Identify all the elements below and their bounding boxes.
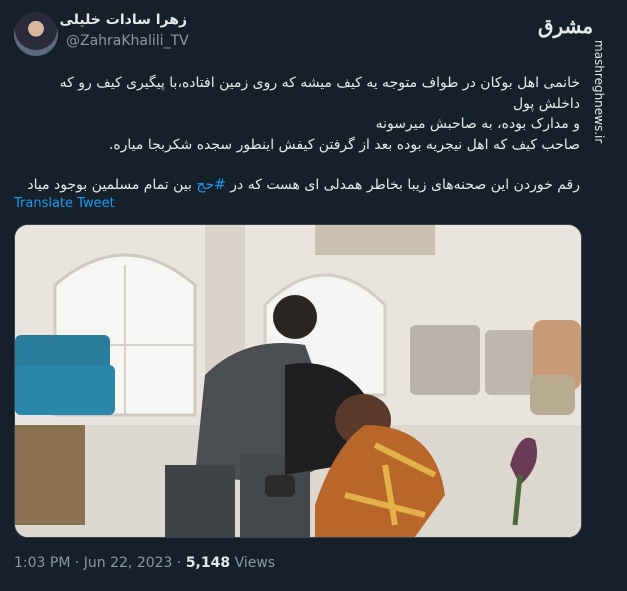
author-handle[interactable]: @ZahraKhalili_TV	[66, 33, 189, 49]
tweet-line: خانمی اهل بوکان در طواف متوجه یه کیف میش…	[59, 75, 580, 112]
tweet-line-last: رقم خوردن این صحنه‌های زیبا بخاطر همدلی …	[15, 175, 580, 196]
tweet-line: صاحب کیف که اهل نیجریه بوده بعد از گرفتن…	[108, 136, 580, 153]
meta-separator: ·	[176, 555, 182, 571]
tweet-time[interactable]: 1:03 PM	[14, 555, 70, 571]
tweet-meta: 1:03 PM · Jun 22, 2023 · 5,148 Views	[14, 555, 275, 571]
watermark-logo: مشرق	[538, 14, 594, 38]
video-frame	[15, 225, 581, 537]
avatar[interactable]	[14, 12, 58, 56]
meta-separator: ·	[74, 555, 80, 571]
tweet-line: و مدارک بوده، به صاحبش میرسونه	[375, 116, 580, 132]
tweet-text-before-hashtag: رقم خوردن این صحنه‌های زیبا بخاطر همدلی …	[225, 177, 580, 193]
tweet-text: خانمی اهل بوکان در طواف متوجه یه کیف میش…	[15, 73, 580, 196]
tweet-card: زهرا سادات خلیلی @ZahraKhalili_TV مشرق m…	[0, 0, 627, 591]
watermark-url: mashreghnews.ir	[592, 40, 606, 144]
views-count: 5,148	[185, 555, 231, 571]
tweet-video[interactable]	[14, 224, 582, 538]
translate-tweet-link[interactable]: Translate Tweet	[14, 196, 115, 211]
tweet-date[interactable]: Jun 22, 2023	[84, 555, 173, 571]
views-label: Views	[234, 555, 276, 571]
hashtag-link[interactable]: #حج	[196, 177, 225, 193]
author-name[interactable]: زهرا سادات خلیلی	[60, 12, 188, 28]
tweet-text-after-hashtag: بین تمام مسلمین بوجود میاد	[27, 177, 197, 193]
